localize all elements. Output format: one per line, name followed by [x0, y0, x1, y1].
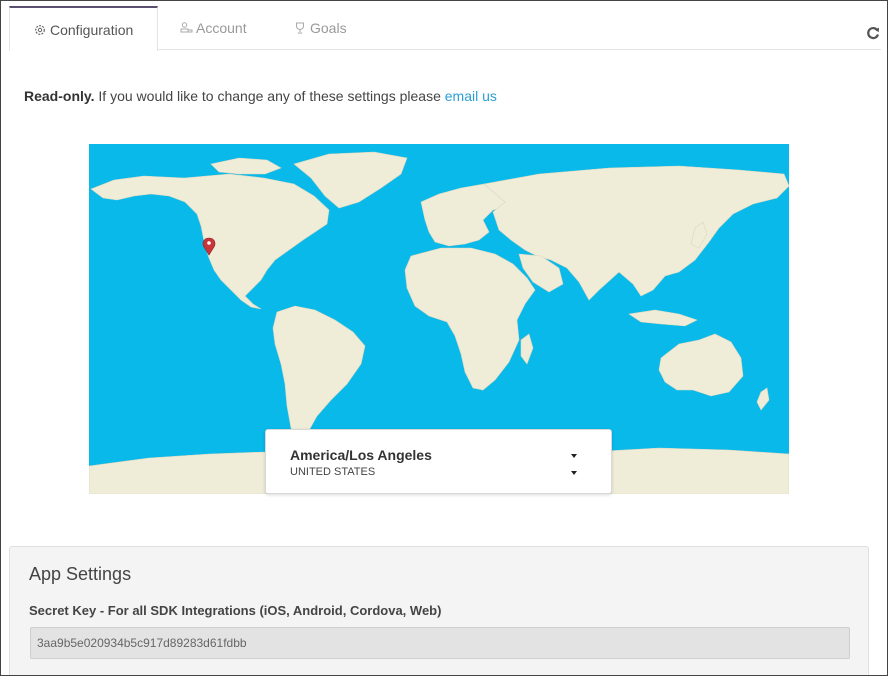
trophy-icon — [293, 21, 307, 35]
tab-configuration-label: Configuration — [50, 21, 134, 38]
app-settings-title: App Settings — [29, 564, 132, 584]
read-only-notice: Read-only. If you would like to change a… — [24, 88, 497, 104]
timezone-card: America/Los Angeles UNITED STATES — [265, 429, 612, 494]
australia-landmass — [658, 333, 744, 397]
gear-icon — [33, 23, 47, 37]
tab-account[interactable]: Account — [179, 6, 269, 50]
read-only-label: Read-only. — [24, 88, 95, 104]
africa-landmass — [404, 247, 536, 391]
timezone-caret-icon[interactable] — [571, 454, 577, 458]
refresh-icon[interactable] — [865, 25, 881, 41]
arctic-islands-landmass — [210, 157, 282, 175]
tab-account-label: Account — [196, 20, 247, 36]
indonesia-landmass — [628, 309, 698, 327]
email-us-link[interactable]: email us — [445, 88, 497, 104]
secret-key-field[interactable] — [30, 627, 850, 659]
tab-bar: Configuration Account Goals — [9, 6, 881, 51]
tab-configuration[interactable]: Configuration — [9, 6, 158, 51]
madagascar-landmass — [520, 333, 534, 365]
account-icon — [179, 21, 193, 35]
tab-goals[interactable]: Goals — [293, 6, 363, 50]
settings-page: Configuration Account Goals Read-only. I… — [0, 0, 888, 676]
notice-text: If you would like to change any of these… — [94, 88, 445, 104]
tab-goals-label: Goals — [310, 20, 347, 36]
south-america-landmass — [272, 305, 366, 445]
country-caret-icon[interactable] — [571, 471, 577, 475]
asia-landmass — [483, 165, 789, 301]
country-select[interactable]: UNITED STATES — [290, 466, 375, 478]
app-settings-panel: App Settings Secret Key - For all SDK In… — [9, 546, 869, 675]
secret-key-label: Secret Key - For all SDK Integrations (i… — [29, 603, 442, 618]
new-zealand-landmass — [756, 387, 770, 411]
timezone-select[interactable]: America/Los Angeles — [290, 447, 432, 463]
